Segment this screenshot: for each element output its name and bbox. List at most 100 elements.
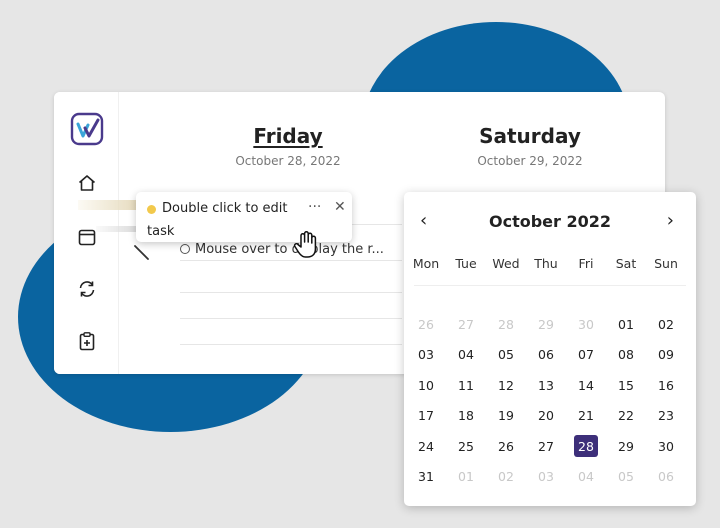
calendar-icon	[78, 229, 96, 246]
calendar-day-label: 06	[538, 347, 554, 363]
calendar-day-label: 22	[618, 408, 634, 424]
calendar-day[interactable]: 10	[406, 370, 446, 401]
calendar-day-label: 15	[618, 377, 634, 393]
calendar-day[interactable]: 05	[606, 462, 646, 493]
sync-icon	[79, 281, 95, 297]
close-icon[interactable]: ✕	[334, 199, 346, 215]
calendar-day[interactable]: 07	[566, 340, 606, 371]
calendar-day[interactable]: 02	[646, 309, 686, 340]
calendar-day[interactable]: 22	[606, 401, 646, 432]
tooltip-text: task	[147, 224, 175, 239]
calendar-day-label: 02	[658, 316, 674, 332]
calendar-day[interactable]: 13	[526, 370, 566, 401]
calendar-day-label: 25	[458, 438, 474, 454]
calendar-day-label: 30	[578, 316, 594, 332]
clipboard-add-icon	[79, 332, 95, 351]
calendar-day[interactable]: 11	[446, 370, 486, 401]
calendar-day-label: 19	[498, 408, 514, 424]
task-checkbox-icon[interactable]	[180, 244, 190, 254]
calendar-day[interactable]: 21	[566, 401, 606, 432]
hand-cursor-icon	[293, 230, 317, 258]
calendar-day-label: 17	[418, 408, 434, 424]
calendar-day[interactable]: 28	[486, 309, 526, 340]
calendar-day-label: 11	[458, 377, 474, 393]
sidebar-item-sync[interactable]	[74, 276, 100, 302]
task-text: Mouse over to display the r...	[195, 241, 384, 257]
calendar-day-label: 07	[578, 347, 594, 363]
task-color-dot	[147, 205, 156, 214]
calendar-day[interactable]: 31	[406, 462, 446, 493]
calendar-day[interactable]: 29	[526, 309, 566, 340]
weekday-label: Tue	[455, 256, 477, 271]
weekday-label: Wed	[492, 256, 520, 271]
calendar-day-label: 26	[418, 316, 434, 332]
calendar-day[interactable]: 20	[526, 401, 566, 432]
sidebar-item-home[interactable]	[74, 170, 100, 196]
calendar-day[interactable]: 17	[406, 401, 446, 432]
calendar-day[interactable]: 08	[606, 340, 646, 371]
calendar-day-selected[interactable]: 28	[566, 431, 606, 462]
calendar-day-label: 16	[658, 377, 674, 393]
calendar-day-label: 03	[418, 347, 434, 363]
calendar-day[interactable]: 09	[646, 340, 686, 371]
calendar-day-label: 23	[658, 408, 674, 424]
calendar-day-label: 04	[578, 469, 594, 485]
calendar-day-label: 13	[538, 377, 554, 393]
calendar-day[interactable]: 27	[446, 309, 486, 340]
calendar-day[interactable]: 26	[486, 431, 526, 462]
calendar-day-label: 04	[458, 347, 474, 363]
calendar-day[interactable]: 01	[606, 309, 646, 340]
calendar-day[interactable]: 05	[486, 340, 526, 371]
calendar-day-label: 18	[458, 408, 474, 424]
calendar-day[interactable]: 19	[486, 401, 526, 432]
calendar-day-label: 30	[658, 438, 674, 454]
calendar-day-label: 10	[418, 377, 434, 393]
day-name: Friday	[253, 124, 323, 148]
calendar-day[interactable]: 02	[486, 462, 526, 493]
calendar-day[interactable]: 27	[526, 431, 566, 462]
calendar-day[interactable]: 29	[606, 431, 646, 462]
calendar-day-label: 24	[418, 438, 434, 454]
calendar-day[interactable]: 18	[446, 401, 486, 432]
home-icon	[78, 175, 96, 191]
calendar-day[interactable]: 24	[406, 431, 446, 462]
calendar-day[interactable]: 04	[446, 340, 486, 371]
calendar-day[interactable]: 30	[566, 309, 606, 340]
sidebar-item-add-task[interactable]	[74, 328, 100, 354]
more-options-icon[interactable]: ···	[308, 199, 321, 215]
calendar-day-label: 28	[574, 435, 598, 458]
day-column-friday[interactable]: Friday October 28, 2022	[208, 124, 368, 168]
calendar-day[interactable]: 14	[566, 370, 606, 401]
calendar-day[interactable]: 06	[526, 340, 566, 371]
calendar-day[interactable]: 03	[406, 340, 446, 371]
calendar-day-label: 28	[498, 316, 514, 332]
calendar-day-label: 27	[538, 438, 554, 454]
day-date: October 28, 2022	[235, 154, 341, 168]
calendar-day[interactable]: 01	[446, 462, 486, 493]
day-column-saturday[interactable]: Saturday October 29, 2022	[450, 124, 610, 168]
calendar-day[interactable]: 03	[526, 462, 566, 493]
calendar-day[interactable]: 26	[406, 309, 446, 340]
calendar-day[interactable]: 04	[566, 462, 606, 493]
task-slot-line	[180, 292, 402, 293]
calendar-day-label: 03	[538, 469, 554, 485]
calendar-day[interactable]: 30	[646, 431, 686, 462]
calendar-day[interactable]: 23	[646, 401, 686, 432]
calendar-day[interactable]: 25	[446, 431, 486, 462]
weekday-row: Mon Tue Wed Thu Fri Sat Sun	[406, 256, 690, 271]
calendar-day-label: 01	[458, 469, 474, 485]
calendar-day[interactable]: 15	[606, 370, 646, 401]
weekday-label: Fri	[578, 256, 594, 271]
weekday-label: Thu	[534, 256, 558, 271]
calendar-day[interactable]: 12	[486, 370, 526, 401]
calendar-day[interactable]: 06	[646, 462, 686, 493]
calendar-day-label: 09	[658, 347, 674, 363]
calendar-day[interactable]: 16	[646, 370, 686, 401]
calendar-day-label: 05	[498, 347, 514, 363]
date-picker-header: ‹ October 2022 ›	[404, 210, 696, 234]
calendar-day-label: 02	[498, 469, 514, 485]
next-month-button[interactable]: ›	[667, 210, 674, 231]
weekday-label: Sat	[615, 256, 637, 271]
calendar-day-label: 05	[618, 469, 634, 485]
drag-arrow-icon	[134, 245, 149, 260]
